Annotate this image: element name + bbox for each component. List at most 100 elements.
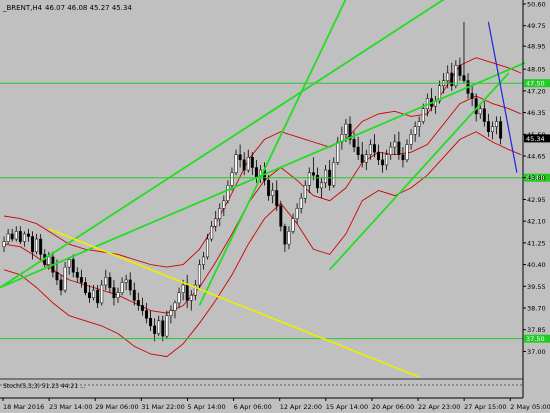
- price-tick-label: 42.95: [527, 196, 546, 204]
- candle-body: [291, 218, 295, 232]
- price-tick-label: 41.25: [527, 239, 546, 247]
- candle-body: [157, 320, 161, 334]
- price-chart[interactable]: 47.5043.8037.50 Stoch(5,3,3) 51.23 44.21…: [0, 0, 550, 413]
- candle-body: [18, 231, 22, 242]
- candle-body: [185, 284, 189, 301]
- candle-body: [108, 277, 112, 288]
- time-tick-label: 2 May 05:00: [510, 403, 550, 411]
- candle-body: [63, 266, 67, 291]
- candle-body: [218, 208, 222, 219]
- candle-body: [254, 167, 258, 178]
- candle-body: [177, 292, 181, 304]
- candle-body: [242, 159, 246, 171]
- candle-body: [324, 169, 328, 184]
- candle-body: [405, 144, 409, 161]
- time-tick-label: 20 Apr 06:00: [372, 403, 414, 411]
- candle-body: [88, 292, 91, 299]
- candle-body: [287, 231, 291, 245]
- candle-body: [35, 238, 39, 253]
- candle-body: [67, 259, 71, 268]
- candle-body: [14, 231, 18, 240]
- candle-body: [454, 65, 458, 87]
- candle-body: [421, 108, 425, 122]
- candle-body: [149, 317, 153, 327]
- time-tick-label: 18 Mar 2016: [3, 403, 44, 411]
- price-tick-label: 39.55: [527, 283, 546, 291]
- candle-body: [478, 108, 482, 115]
- symbol-label: _BRENT,H4: [2, 4, 43, 12]
- candle-body: [39, 238, 43, 255]
- price-tick-label: 37.00: [527, 348, 546, 356]
- candle-body: [250, 157, 254, 168]
- candle-body: [214, 218, 218, 227]
- candle-body: [92, 289, 96, 299]
- candle-body: [140, 305, 144, 311]
- oscillator-label: Stoch(5,3,3) 51.23 44.21 ...: [3, 383, 86, 390]
- candle-body: [279, 205, 283, 227]
- candle-body: [136, 300, 140, 306]
- candle-body: [303, 185, 307, 199]
- price-tick-label: 48.95: [527, 43, 546, 51]
- price-tick-label: 46.35: [527, 109, 546, 117]
- level-tag-label: 37.50: [526, 335, 545, 343]
- time-tick-label: 12 Apr 22:00: [280, 403, 322, 411]
- candle-body: [100, 284, 104, 304]
- candle-body: [385, 154, 389, 166]
- candle-body: [458, 65, 462, 76]
- candle-body: [132, 289, 136, 301]
- candle-body: [315, 174, 319, 189]
- candle-body: [230, 172, 234, 186]
- candle-body: [112, 287, 116, 299]
- candle-body: [295, 208, 299, 219]
- candle-body: [344, 123, 348, 135]
- candle-body: [360, 154, 364, 163]
- price-tick-label: 47.20: [527, 87, 546, 95]
- candle-body: [6, 233, 10, 242]
- time-tick-label: 31 Mar 22:00: [141, 403, 184, 411]
- candle-body: [377, 151, 380, 161]
- price-tick-label: 48.05: [527, 66, 546, 74]
- ohlc-label: 46.07 46.08 45.27 45.34: [45, 4, 132, 12]
- price-tick-label: 50.60: [527, 1, 546, 9]
- time-tick-label: 6 Apr 06:00: [234, 403, 272, 411]
- candle-body: [2, 241, 6, 247]
- candle-body: [181, 284, 185, 293]
- candle-body: [499, 121, 503, 139]
- candle-body: [474, 98, 478, 115]
- candle-body: [83, 282, 87, 293]
- candle-body: [47, 256, 51, 265]
- candle-body: [206, 238, 210, 258]
- candle-body: [470, 93, 474, 99]
- time-tick-label: 27 Apr 15:00: [464, 403, 506, 411]
- candle-body: [320, 182, 323, 189]
- candle-body: [307, 172, 311, 186]
- candle-body: [409, 134, 413, 145]
- candle-body: [397, 141, 401, 155]
- candle-body: [482, 108, 486, 122]
- candle-body: [165, 315, 169, 337]
- candle-body: [120, 282, 124, 293]
- candle-body: [299, 197, 303, 209]
- time-tick-label: 22 Apr 23:00: [418, 403, 460, 411]
- candle-body: [96, 289, 100, 304]
- candle-body: [75, 272, 79, 278]
- current-price-label: 45.34: [526, 135, 545, 143]
- candle-body: [210, 226, 214, 240]
- price-tick-label: 43.80: [527, 174, 546, 182]
- price-tick-label: 38.70: [527, 305, 546, 313]
- candle-body: [283, 226, 287, 245]
- candle-body: [393, 141, 397, 148]
- candle-body: [55, 272, 59, 281]
- candle-body: [22, 233, 26, 242]
- candle-body: [356, 146, 360, 155]
- candle-body: [104, 277, 108, 286]
- candle-body: [189, 294, 193, 301]
- candle-body: [381, 159, 385, 166]
- price-tick-label: 37.85: [527, 326, 546, 334]
- candle-body: [446, 72, 450, 81]
- candle-body: [197, 264, 201, 286]
- candle-body: [226, 185, 230, 201]
- candle-body: [417, 121, 421, 127]
- time-tick-label: 5 Apr 14:00: [187, 403, 225, 411]
- candle-body: [401, 154, 405, 161]
